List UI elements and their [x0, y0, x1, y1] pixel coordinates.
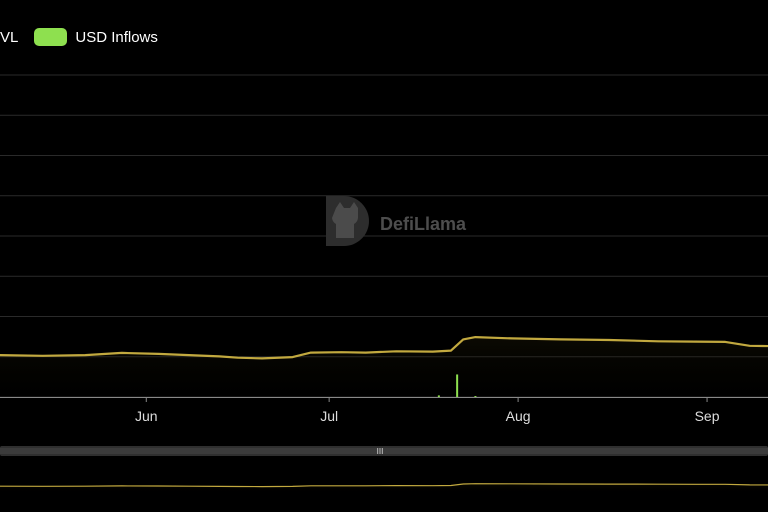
x-axis-ticks: Jun Jul Aug Sep — [135, 397, 720, 424]
defillama-watermark: DefiLlama — [326, 196, 467, 246]
tvl-chart: DefiLlama Jun Jul Aug Sep — [0, 74, 768, 424]
x-tick-label: Aug — [506, 408, 531, 424]
navigator-area — [0, 483, 768, 492]
x-tick-label: Jun — [135, 408, 158, 424]
slider-handle[interactable]: III — [377, 447, 384, 456]
range-slider[interactable]: III — [0, 444, 768, 512]
tvl-line — [0, 336, 768, 360]
x-tick-label: Sep — [695, 408, 720, 424]
inflow-bar — [456, 374, 459, 397]
slider-selection[interactable] — [0, 448, 768, 454]
x-tick-label: Jul — [320, 408, 338, 424]
tvl-area — [0, 337, 768, 397]
watermark-text: DefiLlama — [380, 214, 467, 234]
inflow-bar — [474, 396, 477, 397]
inflow-bar — [437, 395, 440, 397]
navigator-line — [0, 483, 768, 488]
